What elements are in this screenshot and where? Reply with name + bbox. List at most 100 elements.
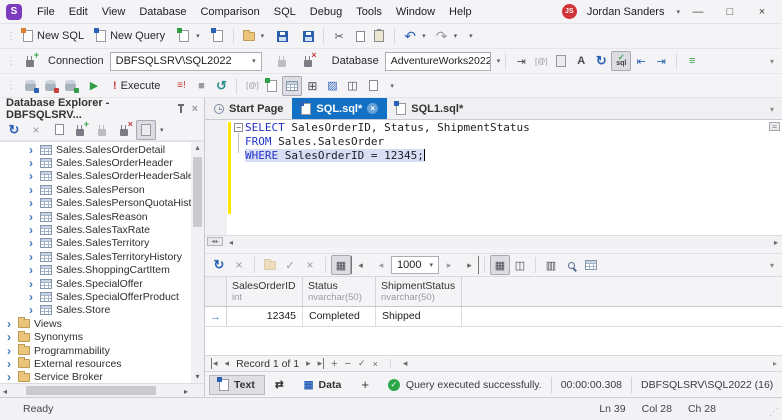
run-button[interactable]: ▶ xyxy=(84,76,104,96)
combo-caret-icon[interactable]: ▾ xyxy=(248,57,256,65)
refresh-code-button[interactable]: ↻ xyxy=(591,51,611,71)
tree-item-folder[interactable]: › Views xyxy=(0,317,191,330)
menu-sql[interactable]: SQL xyxy=(267,0,303,24)
chevron-right-icon[interactable]: › xyxy=(29,291,40,303)
toolbar-options-icon[interactable]: ▾ xyxy=(770,57,774,66)
connection-combobox[interactable]: DBFSQLSRV\SQL2022 ▾ xyxy=(109,51,262,71)
close-panel-icon[interactable]: × xyxy=(192,103,198,115)
tree-item-folder[interactable]: › Programmability xyxy=(0,344,191,357)
paging-toggle[interactable]: ▦ xyxy=(331,255,351,275)
decrease-indent-button[interactable]: ⇤ xyxy=(631,51,651,71)
menu-file[interactable]: File xyxy=(30,0,62,24)
outline-button[interactable]: ≡ xyxy=(682,51,702,71)
split-layout-button[interactable]: ⊞ xyxy=(302,76,322,96)
database-check-button[interactable] xyxy=(60,76,80,96)
transaction-button[interactable] xyxy=(260,255,280,275)
tree-item-table[interactable]: ›Sales.SalesOrderHeaderSalesReason xyxy=(0,170,191,183)
tab-sql1[interactable]: SQL1.sql* xyxy=(387,98,472,119)
uppercase-button[interactable]: A xyxy=(571,51,591,71)
cell-salesorderid[interactable]: 12345 xyxy=(227,307,303,326)
menu-window[interactable]: Window xyxy=(389,0,442,24)
database-edit-button[interactable] xyxy=(20,76,40,96)
last-record-icon[interactable]: ▸ xyxy=(318,358,325,369)
pin-icon[interactable] xyxy=(177,104,184,113)
chevron-right-icon[interactable]: › xyxy=(29,278,40,290)
first-record-icon[interactable]: ◂ xyxy=(211,358,218,369)
editor-splitter-handle[interactable]: = xyxy=(769,122,780,131)
database-combobox[interactable]: AdventureWorks2022 ▾ xyxy=(384,51,491,71)
chevron-right-icon[interactable]: › xyxy=(29,264,40,276)
execute-script-button[interactable]: ≡! xyxy=(171,76,191,96)
menu-debug[interactable]: Debug xyxy=(303,0,349,24)
tab-swap-view[interactable]: ⇄ xyxy=(265,375,294,395)
prev-record-icon[interactable]: ◂ xyxy=(225,358,230,369)
chart-button[interactable]: ▨ xyxy=(322,76,342,96)
menu-tools[interactable]: Tools xyxy=(349,0,389,24)
new-sql-button[interactable]: New SQL xyxy=(20,26,87,46)
tree-item-table[interactable]: › Sales.SalesPerson xyxy=(0,183,191,196)
disconnect-button[interactable] xyxy=(114,119,134,140)
menu-database[interactable]: Database xyxy=(132,0,193,24)
refresh-results-button[interactable]: ↻ xyxy=(209,255,229,275)
refresh-button[interactable]: ↻ xyxy=(4,120,24,140)
tree-item-table[interactable]: › Sales.SalesTaxRate xyxy=(0,223,191,236)
copy-button[interactable] xyxy=(349,26,369,46)
column-picker-button[interactable]: ▥ xyxy=(541,255,561,275)
scrollbar-thumb[interactable] xyxy=(26,386,156,395)
prev-page-button[interactable]: ◂ xyxy=(371,255,391,275)
tree-item-table[interactable]: › Sales.SalesReason xyxy=(0,210,191,223)
toolbar-options-icon[interactable]: ▾ xyxy=(469,32,473,40)
undo-caret-icon[interactable]: ▾ xyxy=(422,32,426,40)
menu-edit[interactable]: Edit xyxy=(62,0,95,24)
cut-button[interactable]: ✂ xyxy=(329,26,349,46)
tree-vertical-scrollbar[interactable]: ▴ ▾ xyxy=(191,142,204,383)
chevron-right-icon[interactable]: › xyxy=(29,197,40,209)
toolbar-grip-icon[interactable]: ⋮ xyxy=(6,56,16,67)
editor-horizontal-scrollbar[interactable]: ◂ ▸ ◂ ▸ xyxy=(205,235,782,247)
tab-data[interactable]: ▦ Data xyxy=(294,375,352,395)
parameters-button[interactable]: [@] xyxy=(531,51,551,71)
close-tab-icon[interactable]: × xyxy=(367,103,379,114)
scroll-up-icon[interactable]: ▴ xyxy=(195,142,199,154)
tree-item-table[interactable]: › Sales.SalesTerritoryHistory xyxy=(0,250,191,263)
tab-start-page[interactable]: Start Page xyxy=(205,98,292,119)
paste-button[interactable] xyxy=(369,26,389,46)
chevron-right-icon[interactable]: › xyxy=(29,211,40,223)
tree-item-table[interactable]: › Sales.SpecialOffer xyxy=(0,277,191,290)
first-page-button[interactable]: ◂ xyxy=(351,255,371,275)
chevron-right-icon[interactable]: › xyxy=(29,170,40,182)
menu-view[interactable]: View xyxy=(95,0,133,24)
save-button[interactable] xyxy=(272,26,292,46)
pane-splitter-handle[interactable]: ◂ ▸ xyxy=(207,237,223,246)
document-view-toggle[interactable] xyxy=(136,119,156,140)
open-file-button[interactable] xyxy=(239,26,259,46)
new-query-button[interactable]: New Query xyxy=(93,26,168,46)
open-file-caret-icon[interactable]: ▾ xyxy=(261,32,265,40)
chevron-right-icon[interactable]: › xyxy=(29,144,40,156)
toolbar-options-icon[interactable]: ▾ xyxy=(390,82,394,90)
close-button[interactable]: × xyxy=(748,1,776,23)
code-line-1[interactable]: SELECT SalesOrderID, Status, ShipmentSta… xyxy=(245,121,766,135)
tab-text[interactable]: Text xyxy=(209,374,265,395)
code-line-2[interactable]: FROM Sales.SalesOrder xyxy=(245,135,766,149)
format-sql-toggle[interactable]: ✓ sql xyxy=(611,51,632,71)
tree-item-table[interactable]: › Sales.ShoppingCartItem xyxy=(0,264,191,277)
scroll-down-icon[interactable]: ▾ xyxy=(195,371,199,383)
tree-item-folder[interactable]: › External resources xyxy=(0,357,191,370)
cascade-windows-button[interactable] xyxy=(362,76,382,96)
query-parameters-button[interactable]: [@] xyxy=(242,76,262,96)
increase-indent-button[interactable]: ⇥ xyxy=(651,51,671,71)
tree-item-table[interactable]: › Sales.SalesOrderDetail xyxy=(0,143,191,156)
disconnect-button[interactable] xyxy=(298,50,318,71)
chevron-right-icon[interactable]: › xyxy=(7,358,18,370)
code-line-3[interactable]: WHERE SalesOrderID = 12345; xyxy=(245,149,766,163)
apply-changes-button[interactable]: ✓ xyxy=(280,255,300,275)
database-detach-button[interactable] xyxy=(40,76,60,96)
cancel-button[interactable]: × xyxy=(229,255,249,275)
chevron-right-icon[interactable]: › xyxy=(29,251,40,263)
tree-item-folder[interactable]: › Service Broker xyxy=(0,370,191,383)
maximize-button[interactable]: □ xyxy=(716,1,744,23)
edit-data-button[interactable] xyxy=(262,76,282,96)
connect-button[interactable] xyxy=(92,120,112,140)
code-lines[interactable]: SELECT SalesOrderID, Status, ShipmentSta… xyxy=(245,121,766,163)
